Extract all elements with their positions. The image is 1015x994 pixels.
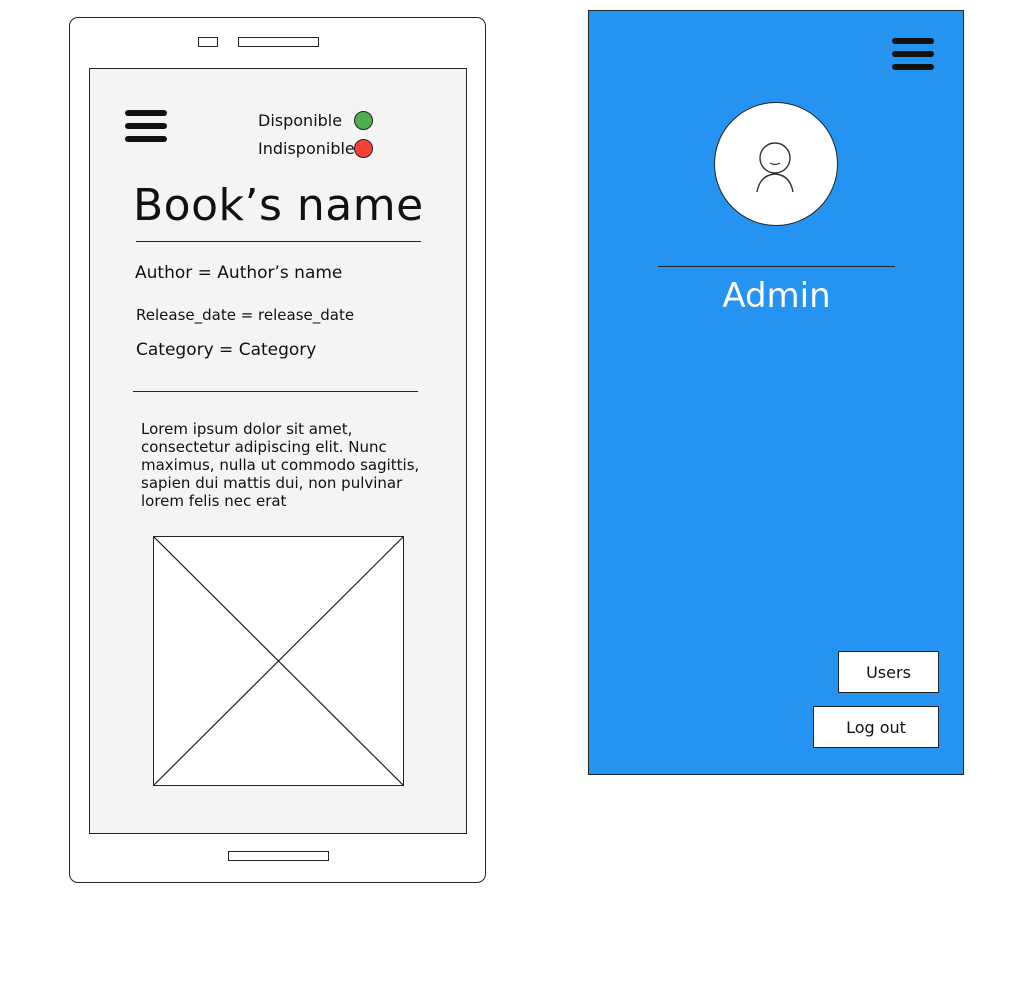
logout-button[interactable]: Log out	[813, 706, 939, 748]
details-divider	[133, 391, 418, 392]
users-button[interactable]: Users	[838, 651, 939, 693]
book-description: Lorem ipsum dolor sit amet, consectetur …	[141, 420, 420, 510]
phone-speaker	[238, 37, 319, 47]
title-divider	[136, 241, 421, 242]
hamburger-menu-icon[interactable]	[125, 109, 169, 145]
available-status-dot	[354, 111, 373, 130]
admin-name: Admin	[722, 276, 831, 316]
category-field: Category = Category	[136, 340, 317, 360]
phone-home-bar	[228, 851, 329, 861]
author-field: Author = Author’s name	[135, 263, 343, 283]
hamburger-menu-icon[interactable]	[892, 37, 936, 73]
user-avatar-icon	[714, 102, 838, 226]
phone-camera	[198, 37, 218, 47]
image-placeholder-icon	[153, 536, 404, 786]
release-date-field: Release_date = release_date	[136, 306, 355, 324]
book-title: Book’s name	[133, 180, 424, 231]
available-label: Disponible	[258, 111, 343, 130]
unavailable-label: Indisponible	[258, 139, 355, 158]
unavailable-status-dot	[354, 139, 373, 158]
admin-divider	[658, 266, 895, 267]
